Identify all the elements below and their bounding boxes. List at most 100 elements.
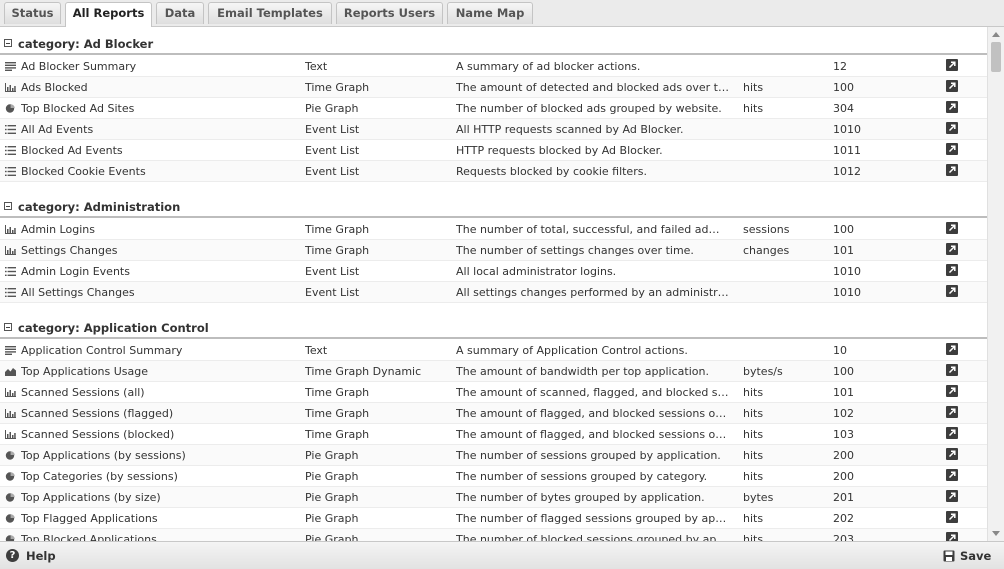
report-display-order: 1010	[833, 286, 861, 299]
open-report-icon[interactable]	[946, 385, 958, 397]
tab-data[interactable]: Data	[156, 2, 204, 24]
report-units: hits	[743, 470, 764, 483]
group-header[interactable]: category: Application Control	[0, 311, 987, 339]
open-report-icon[interactable]	[946, 80, 958, 92]
collapse-icon[interactable]	[4, 39, 12, 47]
open-report-icon[interactable]	[946, 285, 958, 297]
table-row[interactable]: Ad Blocker Summary Text A summary of ad bl…	[0, 56, 987, 77]
report-description: The amount of bandwidth per top applicat…	[456, 365, 709, 378]
report-title: Scanned Sessions (all)	[21, 386, 145, 399]
tab-status[interactable]: Status	[4, 2, 61, 24]
report-type: Event List	[305, 165, 360, 178]
open-report-icon[interactable]	[946, 448, 958, 460]
tab-all-reports[interactable]: All Reports	[65, 2, 152, 27]
help-label: Help	[26, 549, 56, 563]
table-row[interactable]: Blocked Cookie Events Event List Requests …	[0, 161, 987, 182]
open-report-icon[interactable]	[946, 101, 958, 113]
table-row[interactable]: Scanned Sessions (blocked) Time Graph The …	[0, 424, 987, 445]
report-title: Top Applications (by size)	[21, 491, 161, 504]
report-units: hits	[743, 428, 764, 441]
report-display-order: 10	[833, 344, 847, 357]
table-row[interactable]: Blocked Ad Events Event List HTTP requests…	[0, 140, 987, 161]
report-display-order: 100	[833, 223, 854, 236]
report-title: Admin Login Events	[21, 265, 130, 278]
open-report-icon[interactable]	[946, 243, 958, 255]
report-description: The number of settings changes over time…	[456, 244, 694, 257]
table-row[interactable]: Admin Login Events Event List All local ad…	[0, 261, 987, 282]
report-title: Blocked Cookie Events	[21, 165, 146, 178]
table-row[interactable]: All Ad Events Event List All HTTP requests…	[0, 119, 987, 140]
collapse-icon[interactable]	[4, 202, 12, 210]
open-report-icon[interactable]	[946, 222, 958, 234]
table-row[interactable]: Top Categories (by sessions) Pie Graph The…	[0, 466, 987, 487]
report-description: A summary of Application Control actions…	[456, 344, 688, 357]
open-report-icon[interactable]	[946, 143, 958, 155]
report-display-order: 202	[833, 512, 854, 525]
tab-name-map[interactable]: Name Map	[447, 2, 533, 24]
collapse-icon[interactable]	[4, 323, 12, 331]
report-units: changes	[743, 244, 790, 257]
scroll-up-arrow-icon[interactable]	[992, 32, 1000, 37]
report-units: hits	[743, 81, 764, 94]
tab-bar: Status All Reports Data Email Templates Repo…	[0, 0, 1004, 27]
open-report-icon[interactable]	[946, 122, 958, 134]
save-icon	[943, 550, 955, 562]
table-row[interactable]: Top Blocked Ad Sites Pie Graph The number …	[0, 98, 987, 119]
report-description: The number of bytes grouped by applicati…	[456, 491, 705, 504]
report-title: Ads Blocked	[21, 81, 88, 94]
report-display-order: 1010	[833, 123, 861, 136]
open-report-icon[interactable]	[946, 427, 958, 439]
table-row[interactable]: Top Applications Usage Time Graph Dynamic…	[0, 361, 987, 382]
report-type: Pie Graph	[305, 491, 359, 504]
report-title: Scanned Sessions (blocked)	[21, 428, 175, 441]
table-row[interactable]: Top Flagged Applications Pie Graph The num…	[0, 508, 987, 529]
open-report-icon[interactable]	[946, 343, 958, 355]
report-display-order: 103	[833, 428, 854, 441]
open-report-icon[interactable]	[946, 511, 958, 523]
scroll-down-arrow-icon[interactable]	[992, 531, 1000, 536]
open-report-icon[interactable]	[946, 490, 958, 502]
group-header[interactable]: category: Administration	[0, 190, 987, 218]
report-title: Top Flagged Applications	[21, 512, 158, 525]
report-description: The amount of flagged, and blocked sessi…	[456, 407, 729, 420]
open-report-icon[interactable]	[946, 406, 958, 418]
report-display-order: 100	[833, 365, 854, 378]
report-description: The number of blocked ads grouped by web…	[456, 102, 722, 115]
table-row[interactable]: Settings Changes Time Graph The number of …	[0, 240, 987, 261]
group-header[interactable]: category: Ad Blocker	[0, 27, 987, 55]
report-units: hits	[743, 533, 764, 541]
report-title: Settings Changes	[21, 244, 118, 257]
open-report-icon[interactable]	[946, 59, 958, 71]
table-row[interactable]: Top Applications (by sessions) Pie Graph T…	[0, 445, 987, 466]
report-description: HTTP requests blocked by Ad Blocker.	[456, 144, 663, 157]
table-row[interactable]: Top Blocked Applications Pie Graph The num…	[0, 529, 987, 541]
report-title: Application Control Summary	[21, 344, 183, 357]
open-report-icon[interactable]	[946, 164, 958, 176]
report-description: The number of flagged sessions grouped b…	[456, 512, 729, 525]
table-row[interactable]: Top Applications (by size) Pie Graph The n…	[0, 487, 987, 508]
open-report-icon[interactable]	[946, 469, 958, 481]
scroll-thumb[interactable]	[991, 42, 1001, 72]
tab-reports-users[interactable]: Reports Users	[336, 2, 443, 24]
report-title: Top Applications (by sessions)	[21, 449, 186, 462]
tab-email-templates[interactable]: Email Templates	[208, 2, 332, 24]
table-row[interactable]: All Settings Changes Event List All settin…	[0, 282, 987, 303]
table-row[interactable]: Application Control Summary Text A summary…	[0, 340, 987, 361]
report-units: hits	[743, 512, 764, 525]
report-description: All local administrator logins.	[456, 265, 617, 278]
open-report-icon[interactable]	[946, 532, 958, 541]
report-description: The amount of scanned, flagged, and bloc…	[456, 386, 729, 399]
report-title: Top Blocked Ad Sites	[21, 102, 135, 115]
table-row[interactable]: Scanned Sessions (flagged) Time Graph The …	[0, 403, 987, 424]
table-row[interactable]: Scanned Sessions (all) Time Graph The amou…	[0, 382, 987, 403]
report-display-order: 304	[833, 102, 854, 115]
report-type: Time Graph	[305, 386, 370, 399]
table-row[interactable]: Ads Blocked Time Graph The amount of detec…	[0, 77, 987, 98]
report-display-order: 200	[833, 449, 854, 462]
report-type: Time Graph Dynamic	[305, 365, 422, 378]
open-report-icon[interactable]	[946, 264, 958, 276]
open-report-icon[interactable]	[946, 364, 958, 376]
vertical-scrollbar[interactable]	[987, 27, 1004, 541]
table-row[interactable]: Admin Logins Time Graph The number of tota…	[0, 219, 987, 240]
report-type: Text	[305, 60, 328, 73]
